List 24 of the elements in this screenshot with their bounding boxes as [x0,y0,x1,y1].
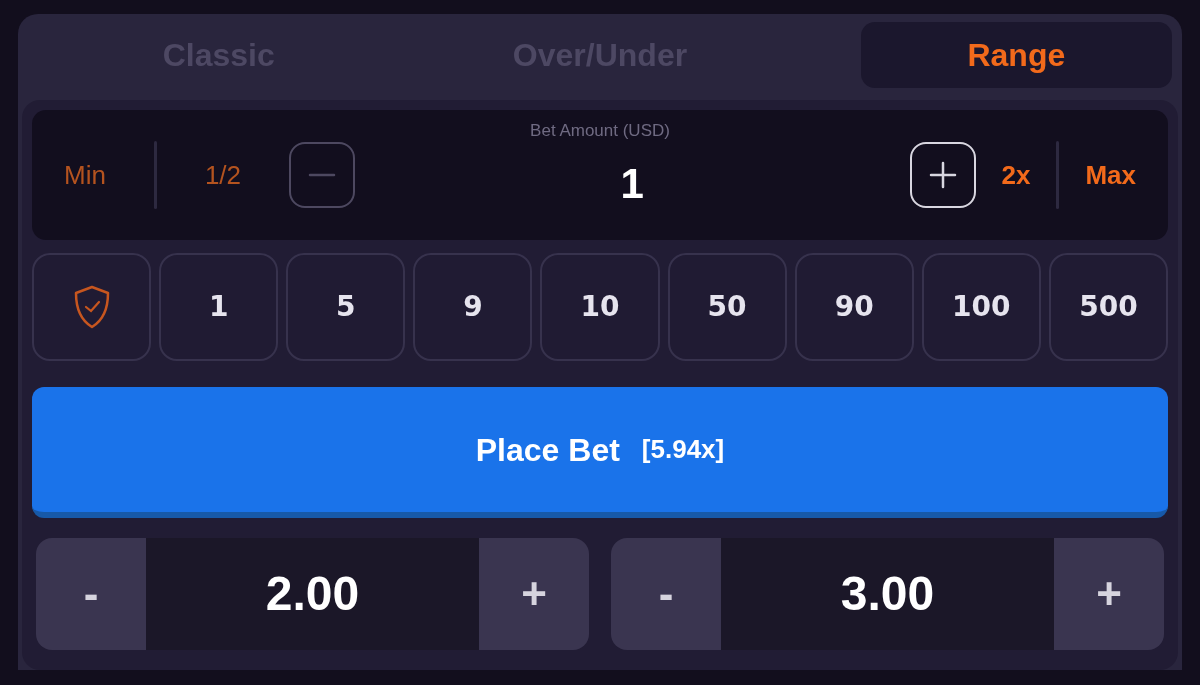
chip-amount-button[interactable]: 9 [413,253,533,361]
increment-button[interactable]: + [1054,538,1164,650]
chip-amount-button[interactable]: 90 [794,253,914,361]
decrement-button[interactable]: - [611,538,721,650]
bet-amount-value: 1 [619,158,645,209]
place-bet-button[interactable]: Place Bet [5.94x] [32,387,1168,518]
shield-button[interactable] [32,253,152,361]
chip-amount-button[interactable]: 5 [286,253,406,361]
bet-adjust-button[interactable]: 2x [1001,155,1031,195]
mode-tab[interactable]: Range [860,22,1172,88]
decrement-button[interactable]: - [36,538,146,650]
chip-amount-button[interactable]: 500 [1048,253,1168,361]
plus-icon [928,161,957,189]
increase-button[interactable] [909,142,976,208]
increment-button[interactable]: + [479,538,589,650]
chip-amount-button[interactable]: 100 [921,253,1041,361]
chip-amount-button[interactable]: 1 [159,253,279,361]
minus-icon [308,173,337,177]
range-value-field[interactable]: 2.00 [146,538,479,650]
chip-amount-button[interactable]: 10 [540,253,660,361]
bet-adjust-button[interactable]: Max [1085,155,1136,195]
bet-amount-label: Bet Amount (USD) [530,120,670,142]
range-value-field[interactable]: 3.00 [721,538,1054,650]
chip-amount-button[interactable]: 50 [667,253,787,361]
